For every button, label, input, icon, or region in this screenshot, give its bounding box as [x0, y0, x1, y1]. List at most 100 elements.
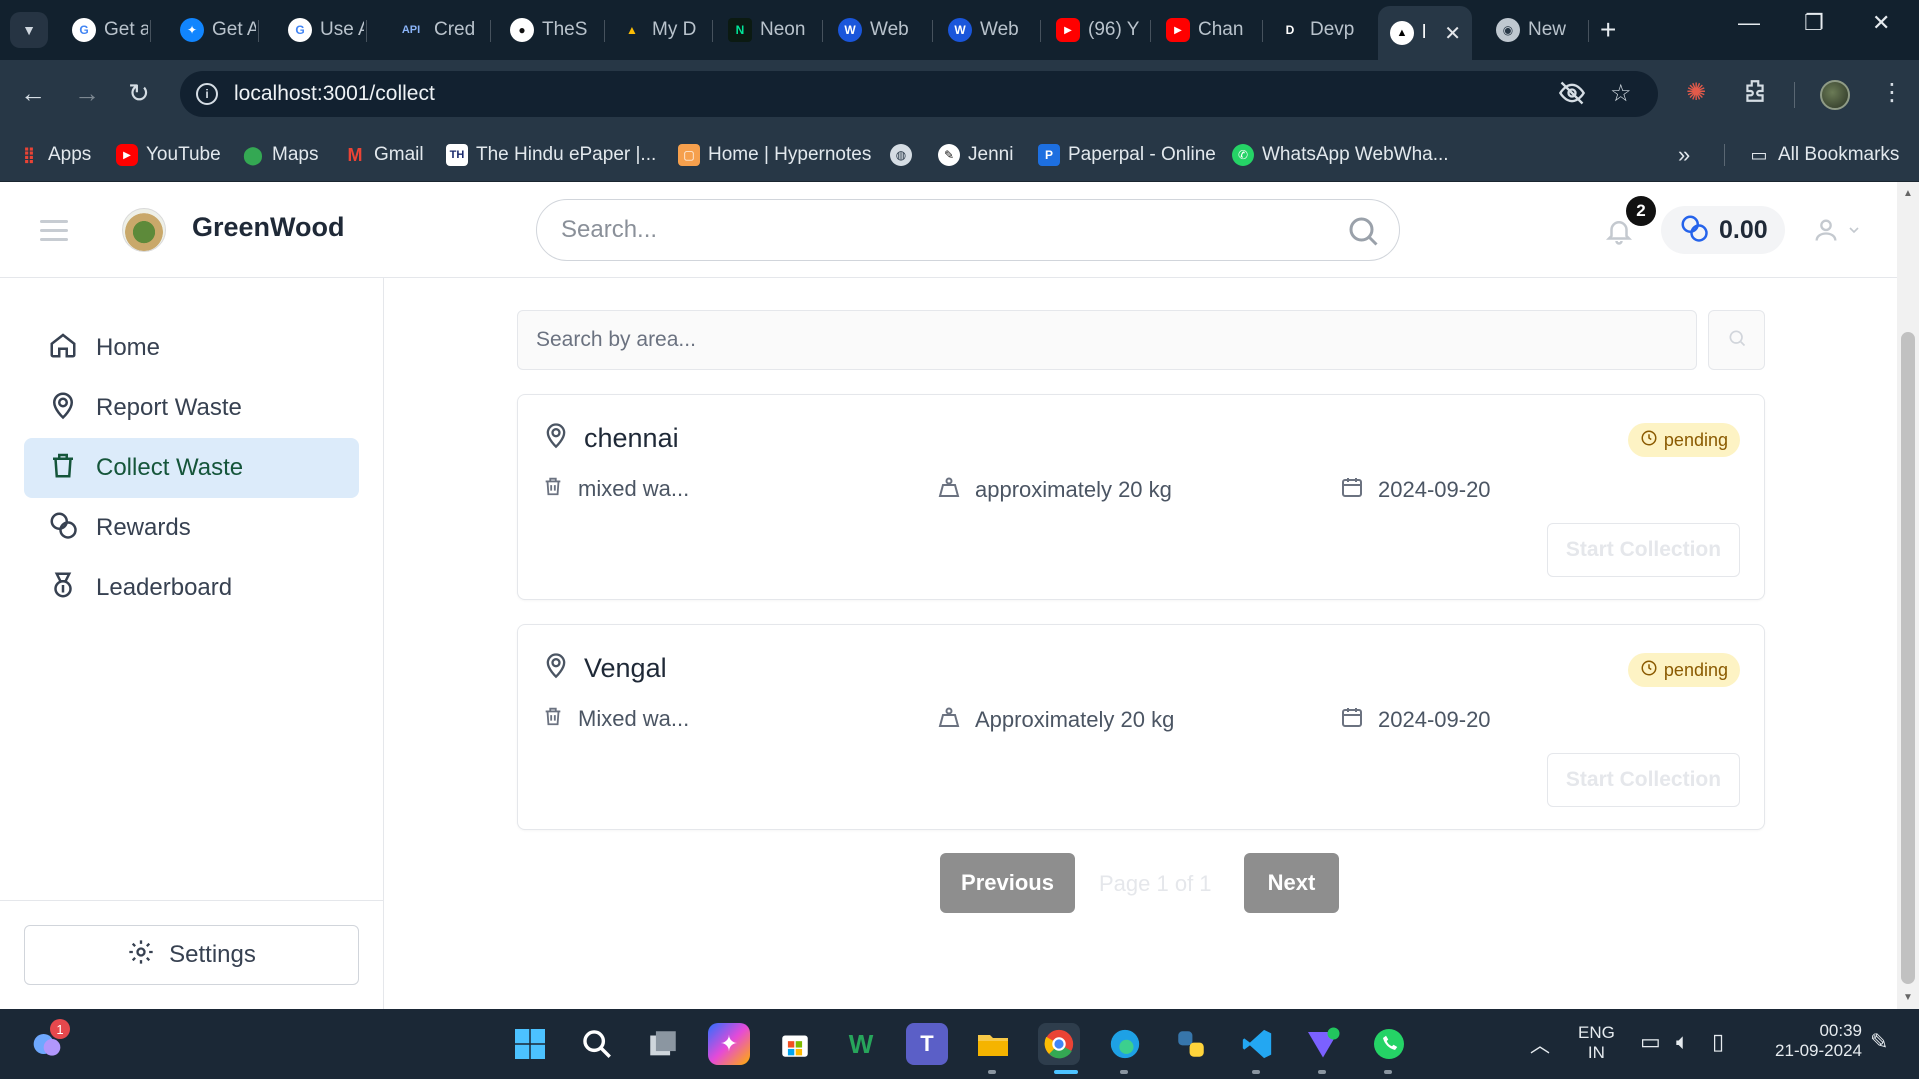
bookmark-apps[interactable]: ⣿ Apps — [18, 140, 92, 170]
scroll-down-icon[interactable]: ▼ — [1903, 992, 1913, 1003]
bluesky-icon: ✦ — [180, 18, 204, 42]
browser-tab[interactable]: API Cred — [384, 10, 480, 50]
notification-center-icon[interactable]: ✎ — [1870, 1029, 1888, 1055]
d-icon: D — [1285, 23, 1295, 37]
edge-icon[interactable] — [1104, 1023, 1146, 1065]
page-scrollbar[interactable]: ▲ ▼ — [1897, 182, 1919, 1009]
whatsapp-taskbar-icon[interactable] — [1368, 1023, 1410, 1065]
taskbar-search-icon[interactable] — [576, 1023, 618, 1065]
reload-icon[interactable]: ↻ — [128, 78, 150, 108]
global-search-box[interactable] — [536, 199, 1400, 261]
back-arrow-icon[interactable]: ← — [20, 78, 46, 108]
bookmark-paperpal[interactable]: P Paperpal - Online — [1038, 140, 1216, 170]
all-bookmarks[interactable]: ▭ All Bookmarks — [1748, 140, 1899, 170]
restore-icon[interactable]: ❐ — [1804, 10, 1824, 36]
browser-tab-active[interactable]: ▲ l ✕ — [1378, 6, 1472, 60]
more-vertical-icon[interactable]: ⋮ — [1880, 78, 1904, 107]
search-input[interactable] — [537, 216, 1297, 244]
tab-search-button[interactable]: ▼ — [10, 12, 48, 48]
sidebar-item-leaderboard[interactable]: Leaderboard — [24, 558, 359, 618]
volume-icon[interactable]: 🔈︎ — [1676, 1029, 1689, 1055]
extension-bug-icon[interactable]: ✺ — [1686, 78, 1706, 107]
copilot-icon[interactable]: ✦ — [708, 1023, 750, 1065]
chevron-up-icon[interactable]: ︿ — [1530, 1029, 1550, 1058]
start-collection-button[interactable]: Start Collection — [1547, 523, 1740, 577]
previous-page-button[interactable]: Previous — [940, 853, 1075, 913]
browser-tab[interactable]: ✦ Get A — [168, 10, 256, 50]
new-tab-plus-icon[interactable]: + — [1600, 14, 1616, 46]
start-collection-button[interactable]: Start Collection — [1547, 753, 1740, 807]
bookmark-youtube[interactable]: ▶ YouTube — [116, 140, 221, 170]
microsoft-store-icon[interactable] — [774, 1023, 816, 1065]
address-bar[interactable]: i localhost:3001/collect ☆ — [180, 71, 1658, 117]
task-location: Vengal — [542, 651, 667, 686]
site-info-icon[interactable]: i — [196, 83, 218, 105]
user-menu-button[interactable] — [1812, 216, 1862, 249]
python-icon[interactable] — [1170, 1023, 1212, 1065]
clock[interactable]: 00:39 21-09-2024 — [1760, 1021, 1862, 1061]
more-bookmarks-icon[interactable]: » — [1678, 140, 1690, 170]
sidebar-item-report-waste[interactable]: Report Waste — [24, 378, 359, 438]
bookmark-gmail[interactable]: M Gmail — [344, 140, 424, 170]
window-close-icon[interactable]: ✕ — [1872, 10, 1890, 36]
browser-tab[interactable]: ● TheS — [498, 10, 594, 50]
browser-tab[interactable]: ▶ (96) Y — [1044, 10, 1144, 50]
area-search-input[interactable] — [518, 328, 1618, 352]
vscode-icon[interactable] — [1236, 1023, 1278, 1065]
balance-value: 0.00 — [1719, 215, 1768, 244]
bookmark-maps[interactable]: ⬤ Maps — [242, 140, 319, 170]
bookmark-star-icon[interactable]: ☆ — [1610, 79, 1632, 108]
neon-icon: N — [728, 18, 752, 42]
browser-tab[interactable]: ◉ New — [1484, 10, 1588, 50]
notification-count-badge: 2 — [1626, 196, 1656, 226]
next-page-button[interactable]: Next — [1244, 853, 1339, 913]
sidebar-item-rewards[interactable]: Rewards — [24, 498, 359, 558]
bookmark-hypernotes[interactable]: ▢ Home | Hypernotes — [678, 140, 871, 170]
chrome-taskbar-icon[interactable] — [1038, 1023, 1080, 1065]
scroll-up-icon[interactable]: ▲ — [1903, 188, 1913, 199]
settings-button[interactable]: Settings — [24, 925, 359, 985]
minimize-icon[interactable]: — — [1738, 10, 1760, 36]
map-pin-icon — [542, 651, 570, 686]
vpn-app-icon[interactable] — [1302, 1023, 1344, 1065]
teams-icon[interactable]: T — [906, 1023, 948, 1065]
extensions-puzzle-icon[interactable] — [1742, 78, 1768, 111]
sidebar-item-home[interactable]: Home — [24, 318, 359, 378]
file-explorer-icon[interactable] — [972, 1023, 1014, 1065]
windows-start-icon[interactable] — [509, 1023, 551, 1065]
profile-avatar[interactable] — [1820, 80, 1850, 110]
browser-tab[interactable]: N Neon — [716, 10, 814, 50]
balance-display: 0.00 — [1661, 206, 1785, 254]
language-indicator[interactable]: ENG IN — [1578, 1023, 1615, 1063]
bookmark-whatsapp[interactable]: ✆ WhatsApp WebWha... — [1232, 140, 1449, 170]
browser-tab[interactable]: W Web — [826, 10, 924, 50]
browser-tab[interactable]: G Use A — [276, 10, 364, 50]
sidebar-item-collect-waste[interactable]: Collect Waste — [24, 438, 359, 498]
waste-task-card: chennai pending mixed wa... approximatel… — [517, 394, 1765, 600]
browser-tab[interactable]: ▲ My D — [608, 10, 704, 50]
eye-slash-icon[interactable] — [1558, 79, 1586, 114]
browser-tab[interactable]: G Get a — [60, 10, 148, 50]
bookmark-jenni[interactable]: ✎ Jenni — [938, 140, 1013, 170]
area-search-button[interactable] — [1708, 310, 1765, 370]
bookmark-the-hindu[interactable]: TH The Hindu ePaper |... — [446, 140, 656, 170]
browser-tab[interactable]: D Devp — [1266, 10, 1366, 50]
w3-app-icon[interactable]: W — [840, 1023, 882, 1065]
task-waste-type: Mixed wa... — [542, 705, 689, 733]
menu-hamburger-icon[interactable] — [40, 220, 68, 247]
battery-icon[interactable]: ▯ — [1712, 1029, 1724, 1055]
bookmark-globe[interactable]: ◍ — [890, 140, 912, 170]
os-taskbar: 1 ✦ W T ︿ ENG IN ▭ 🔈︎ ▯ 00:39 21-09-2024… — [0, 1009, 1919, 1079]
scroll-thumb[interactable] — [1901, 332, 1915, 984]
close-icon[interactable]: ✕ — [1444, 21, 1461, 46]
browser-tab[interactable]: W Web — [936, 10, 1032, 50]
area-search-box[interactable] — [517, 310, 1697, 370]
network-icon[interactable]: ▭ — [1640, 1029, 1661, 1055]
map-pin-icon — [542, 421, 570, 456]
forward-arrow-icon[interactable]: → — [74, 78, 100, 108]
url-text[interactable]: localhost:3001/collect — [234, 82, 435, 106]
task-view-icon[interactable] — [642, 1023, 684, 1065]
browser-tab[interactable]: ▶ Chan — [1154, 10, 1254, 50]
search-icon[interactable] — [1345, 213, 1381, 254]
sidebar: Home Report Waste Collect Waste Rewards … — [0, 278, 384, 1009]
